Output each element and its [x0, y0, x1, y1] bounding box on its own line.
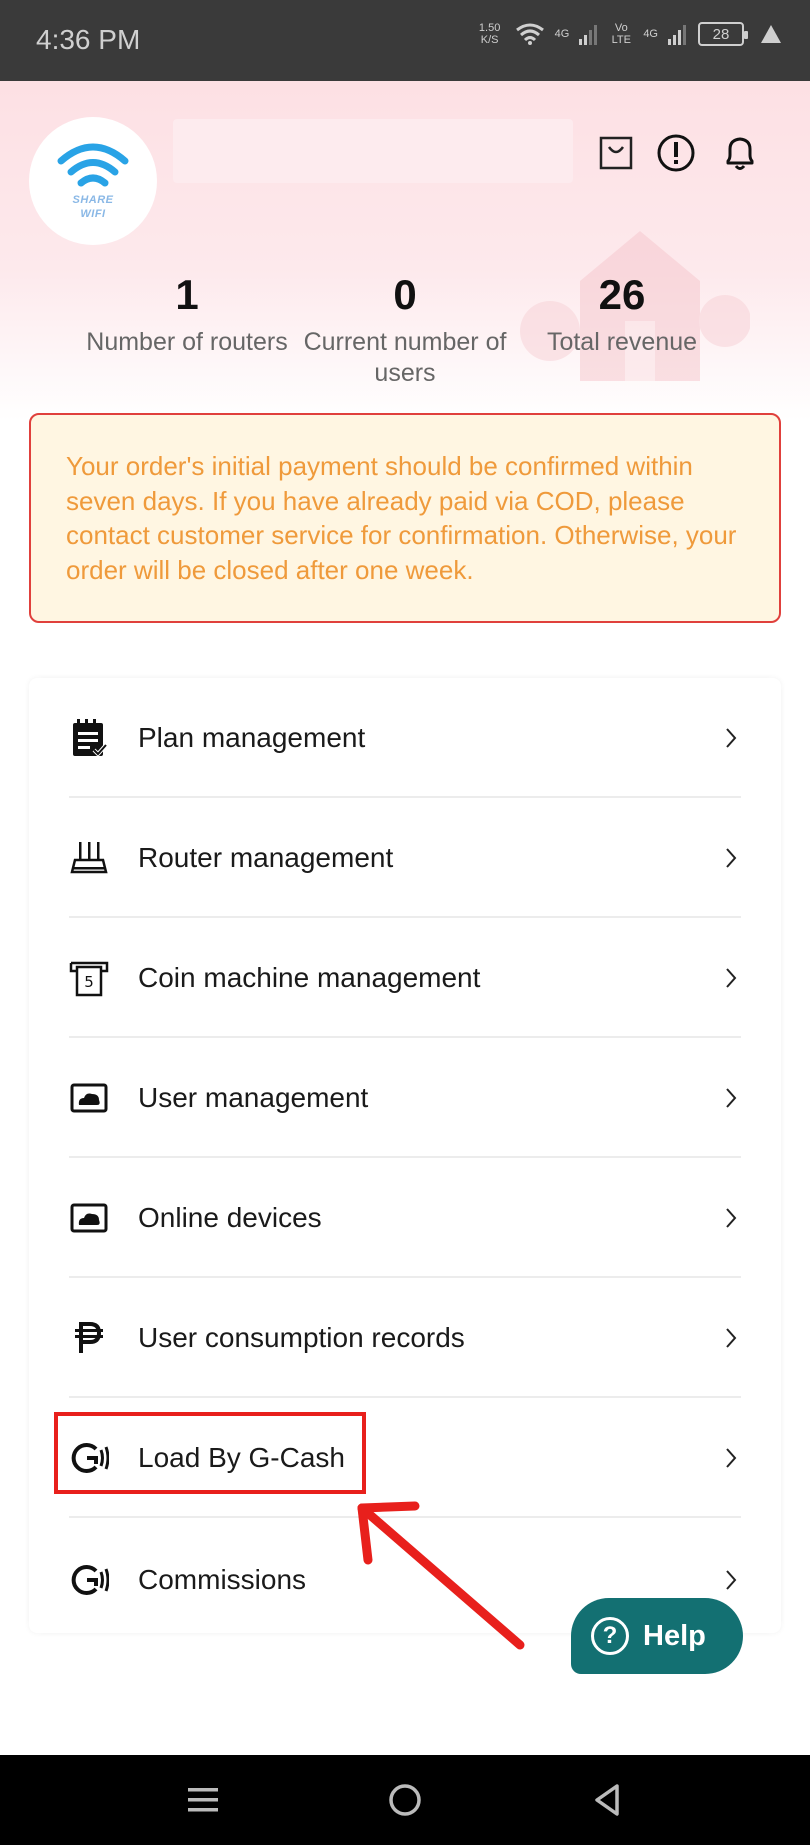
- battery-icon: 28: [698, 22, 748, 46]
- coin-machine-icon: 5: [67, 956, 111, 1000]
- user-cloud-icon: [67, 1076, 111, 1120]
- menu-item-user-management[interactable]: User management: [29, 1038, 781, 1157]
- chevron-right-icon: [721, 1566, 741, 1594]
- stat-value: 1: [175, 271, 199, 318]
- menu-item-label: Router management: [138, 841, 394, 873]
- menu-item-label: Plan management: [138, 721, 366, 753]
- help-button[interactable]: ? Help: [571, 1598, 743, 1674]
- signal-icon: [579, 25, 598, 45]
- annotation-arrow-icon: [357, 1501, 525, 1650]
- chevron-right-icon: [721, 724, 741, 752]
- wifi-icon: [515, 23, 544, 45]
- svg-text:5: 5: [84, 973, 94, 991]
- network-speed: 1.50 K/S: [478, 22, 501, 46]
- bell-icon[interactable]: [718, 131, 762, 175]
- chevron-right-icon: [721, 1084, 741, 1112]
- dashboard-header: SHARE WIFI 1 Number of routers 0 Current…: [0, 81, 810, 421]
- payment-notice: Your order's initial payment should be c…: [29, 413, 781, 623]
- chevron-right-icon: [721, 1444, 741, 1472]
- menu-item-label: Coin machine management: [138, 961, 481, 993]
- notice-text: Your order's initial payment should be c…: [66, 451, 737, 585]
- shopping-bag-icon[interactable]: [594, 131, 638, 175]
- stat-routers: 1 Number of routers: [82, 271, 292, 358]
- chevron-right-icon: [721, 964, 741, 992]
- wifi-logo-icon: [57, 143, 129, 187]
- status-icons: 1.50 K/S 4G Vo LTE 4G 28: [475, 22, 782, 46]
- logo-text-line1: SHARE: [72, 194, 114, 206]
- home-icon[interactable]: [382, 1777, 428, 1823]
- logo-text-line2: WIFI: [80, 208, 106, 220]
- question-icon: ?: [591, 1617, 629, 1655]
- menu-item-coin-machine-management[interactable]: 5 Coin machine management: [29, 918, 781, 1037]
- back-icon[interactable]: [584, 1777, 630, 1823]
- chevron-right-icon: [721, 844, 741, 872]
- stat-label: Total revenue: [546, 328, 698, 356]
- plan-clipboard-icon: [67, 716, 111, 760]
- stat-value: 0: [393, 271, 417, 318]
- status-bar: 4:36 PM 1.50 K/S 4G Vo LTE 4G 28: [0, 0, 810, 81]
- menu-item-plan-management[interactable]: Plan management: [29, 678, 781, 797]
- chevron-right-icon: [721, 1324, 741, 1352]
- menu-item-online-devices[interactable]: Online devices: [29, 1158, 781, 1277]
- menu-item-label: User consumption records: [138, 1321, 465, 1353]
- volte-label: Vo LTE: [611, 22, 631, 46]
- stat-label: Current number of users: [303, 328, 507, 387]
- menu-item-router-management[interactable]: Router management: [29, 798, 781, 917]
- menu-icon[interactable]: [180, 1777, 226, 1823]
- status-time: 4:36 PM: [36, 24, 141, 55]
- alert-info-icon[interactable]: [654, 131, 698, 175]
- device-cloud-icon: [67, 1196, 111, 1240]
- menu-item-user-consumption-records[interactable]: User consumption records: [29, 1278, 781, 1397]
- navigation-bar: [0, 1755, 810, 1845]
- menu-item-label: Commissions: [138, 1563, 307, 1595]
- help-label: Help: [643, 1619, 706, 1652]
- notification-triangle-icon: [761, 25, 781, 43]
- chevron-right-icon: [721, 1204, 741, 1232]
- router-icon: [67, 836, 111, 880]
- menu-item-label: User management: [138, 1081, 369, 1113]
- gcash-icon: [67, 1558, 111, 1602]
- menu-item-label: Online devices: [138, 1201, 322, 1233]
- sim1-network-label: 4G: [554, 28, 570, 40]
- peso-icon: [67, 1316, 111, 1360]
- stat-revenue: 26 Total revenue: [517, 271, 727, 358]
- stat-users: 0 Current number of users: [300, 271, 510, 389]
- stat-label: Number of routers: [86, 328, 288, 356]
- app-logo: SHARE WIFI: [29, 117, 157, 245]
- annotation-highlight-box: [54, 1412, 366, 1494]
- signal-icon-2: [668, 25, 686, 45]
- sim2-network-label: 4G: [643, 28, 658, 40]
- stat-value: 26: [598, 271, 646, 318]
- search-box[interactable]: [173, 119, 573, 183]
